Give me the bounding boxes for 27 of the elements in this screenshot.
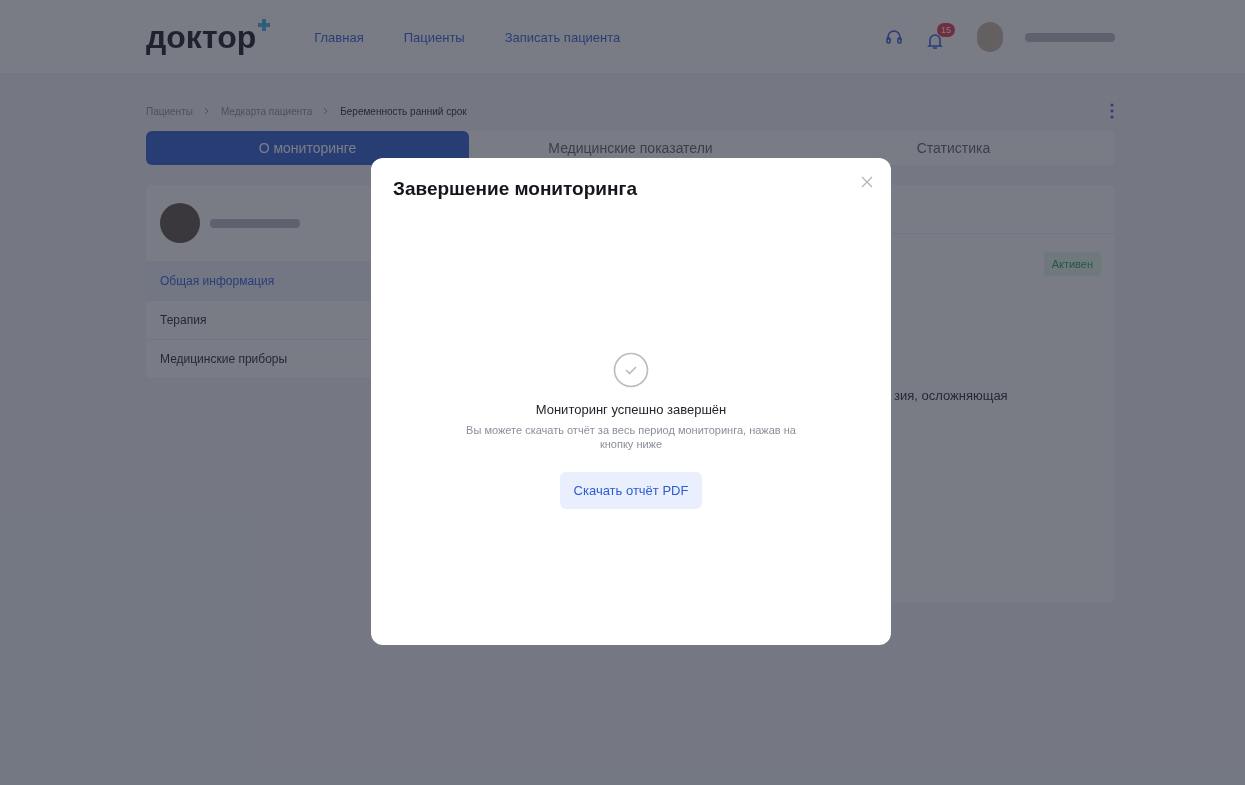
close-button[interactable]	[859, 174, 875, 190]
success-message: Вы можете скачать отчёт за весь период мониторинга, нажав на кнопку ниже	[465, 423, 797, 452]
success-title: Мониторинг успешно завершён	[535, 402, 727, 417]
nav-link[interactable]: Главная	[314, 29, 364, 45]
nav-link[interactable]: Пациенты	[403, 29, 465, 45]
tab[interactable]: О мониторинге	[146, 131, 469, 165]
status-badge: Активен	[1043, 252, 1101, 276]
bell-icon	[925, 31, 945, 51]
photo-placeholder	[160, 203, 200, 243]
chevron-icon	[202, 107, 211, 115]
more-icon[interactable]	[1109, 103, 1115, 119]
notification-button[interactable]: 15	[925, 23, 955, 51]
breadcrumb-link[interactable]: Беременность ранний срок	[340, 105, 467, 117]
tab[interactable]: Медицинские показатели	[469, 131, 792, 165]
sidebar-item[interactable]: Общая информация	[146, 262, 372, 301]
details-text: зия, осложняющая	[894, 388, 1009, 403]
tab[interactable]: Статистика	[792, 131, 1115, 165]
headset-icon[interactable]	[885, 28, 903, 46]
notification-count: 15	[937, 23, 955, 37]
cross-icon	[258, 18, 271, 31]
avatar[interactable]	[977, 22, 1003, 52]
nav-link[interactable]: Записать пациента	[504, 29, 621, 45]
close-icon	[861, 176, 873, 188]
modal-title: Завершение мониторинга	[393, 178, 637, 200]
logo-text: доктор	[146, 18, 257, 56]
download-button[interactable]: Скачать отчёт PDF	[559, 471, 703, 509]
check-circle-icon	[613, 352, 649, 388]
